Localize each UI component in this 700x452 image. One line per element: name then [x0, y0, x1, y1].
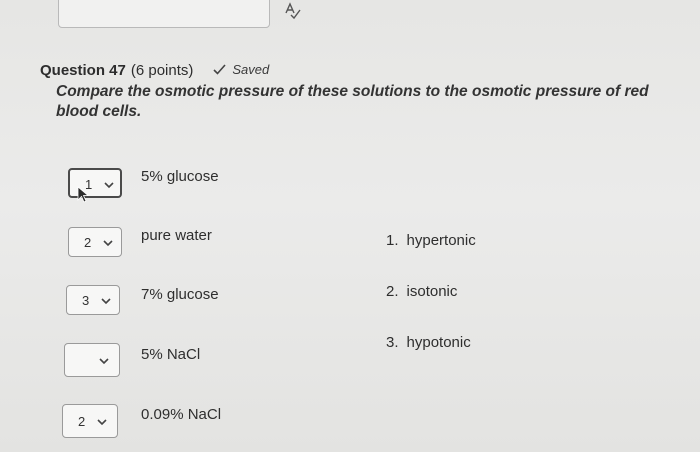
chevron-down-icon	[99, 358, 109, 365]
question-prompt: Compare the osmotic pressure of these so…	[56, 83, 649, 120]
question-title: Question 47	[40, 62, 126, 79]
match-item-label: pure water	[141, 227, 212, 244]
match-select-value: 3	[82, 293, 90, 308]
match-item-label: 0.09% NaCl	[141, 406, 222, 423]
question-points: (6 points)	[130, 62, 194, 79]
checkmark-icon	[213, 64, 226, 75]
match-select-2[interactable]: 2	[68, 227, 122, 257]
choice-number: 1.	[386, 232, 399, 249]
match-select-value: 2	[78, 414, 86, 429]
choice-label: isotonic	[406, 283, 458, 300]
choice-label: hypertonic	[406, 232, 476, 249]
saved-status: Saved	[213, 62, 269, 77]
mouse-pointer-icon	[77, 186, 90, 203]
match-item-label: 5% NaCl	[141, 346, 201, 363]
choice-item-1: 1. hypertonic	[386, 232, 476, 249]
match-item-label: 7% glucose	[141, 286, 219, 303]
match-select-3[interactable]: 3	[66, 285, 120, 315]
spell-check-icon[interactable]	[282, 0, 302, 20]
chevron-down-icon	[101, 298, 111, 305]
match-item-label: 5% glucose	[141, 168, 219, 185]
choice-label: hypotonic	[406, 334, 471, 351]
choice-number: 3.	[386, 334, 399, 351]
match-select-5[interactable]: 2	[62, 404, 118, 438]
match-select-4[interactable]	[64, 343, 120, 377]
saved-label: Saved	[232, 62, 270, 77]
choice-number: 2.	[386, 283, 399, 300]
choice-item-3: 3. hypotonic	[386, 334, 471, 351]
choice-item-2: 2. isotonic	[386, 283, 457, 300]
chevron-down-icon	[103, 240, 113, 247]
chevron-down-icon	[104, 182, 114, 189]
question-header: Question 47 (6 points) Saved	[40, 62, 269, 79]
answer-text-input[interactable]	[58, 0, 270, 28]
match-select-value: 2	[84, 235, 92, 250]
chevron-down-icon	[97, 419, 107, 426]
